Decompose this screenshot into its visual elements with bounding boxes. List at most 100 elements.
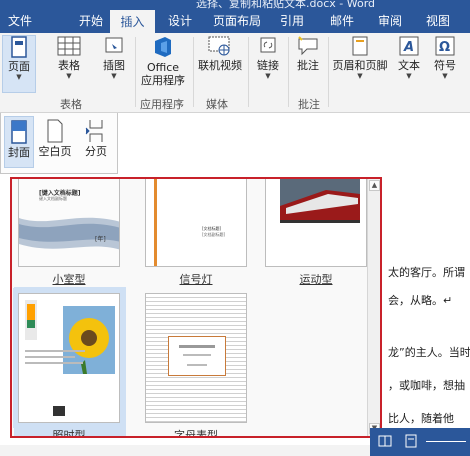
- group-label-comments: 批注: [298, 98, 320, 111]
- gallery-item[interactable]: [文档标题] [文档副标题] 信号灯: [145, 179, 247, 289]
- gallery-item-label: 小室型: [52, 273, 86, 286]
- document-text-line: 比人，随着他: [388, 412, 454, 425]
- group-label-table: 表格: [60, 98, 82, 111]
- gallery-item-label: 字母表型: [174, 429, 218, 438]
- online-video-label: 联机视频: [198, 59, 242, 72]
- tab-home[interactable]: 开始: [74, 9, 108, 33]
- gallery-item[interactable]: [键入文档标题] 键入文档副标题 [年] 小室型: [18, 179, 120, 289]
- thumb-subtitle: 键入文档副标题: [39, 196, 67, 201]
- page-break-button[interactable]: 分页: [79, 119, 113, 158]
- ribbon-separator: [288, 37, 289, 107]
- table-icon: [57, 36, 81, 56]
- header-footer-icon: [352, 36, 368, 56]
- sunflower-photo: [19, 294, 119, 422]
- gallery-thumbnail: [文档标题] [文档副标题]: [145, 179, 247, 267]
- gallery-item[interactable]: 运动型: [265, 179, 367, 289]
- word-window: 选择、复制和粘贴文本.docx - Word 文件 开始 插入 设计 页面布局 …: [0, 0, 470, 456]
- text-label: 文本: [398, 59, 420, 72]
- scroll-up-icon[interactable]: ▲: [369, 180, 380, 191]
- symbols-button[interactable]: Ω 符号 ▼: [430, 35, 460, 80]
- chevron-down-icon: ▼: [442, 72, 448, 80]
- office-apps-button[interactable]: Office 应用程序: [138, 35, 188, 87]
- comment-button[interactable]: 批注: [292, 35, 324, 72]
- document-text-line: 会，从略。↵: [388, 294, 453, 307]
- tab-insert[interactable]: 插入: [110, 10, 155, 33]
- group-label-apps: 应用程序: [140, 98, 184, 111]
- gallery-item[interactable]: 字母表型: [145, 291, 247, 436]
- symbols-label: 符号: [434, 59, 456, 72]
- gallery-thumbnail: [13, 288, 125, 428]
- online-video-button[interactable]: 联机视频: [195, 35, 245, 72]
- header-footer-button[interactable]: 页眉和页脚 ▼: [330, 35, 390, 80]
- tab-view[interactable]: 视图: [418, 9, 458, 33]
- gallery-thumbnail: [键入文档标题] 键入文档副标题 [年]: [18, 179, 120, 267]
- table-button[interactable]: 表格 ▼: [52, 35, 86, 80]
- status-bar-left: [0, 445, 370, 456]
- wave-graphic: [19, 217, 119, 250]
- picture-icon: [105, 37, 123, 53]
- ribbon-tabs: 文件 开始 插入 设计 页面布局 引用 邮件 审阅 视图: [0, 9, 470, 33]
- tab-mailings[interactable]: 邮件: [322, 9, 362, 33]
- chevron-down-icon: ▼: [357, 72, 363, 80]
- cover-page-icon: [11, 120, 27, 144]
- document-text-line: 龙”的主人。当时: [388, 346, 470, 359]
- gallery-scrollbar[interactable]: ▲ ▼: [367, 179, 380, 436]
- gallery-item-label: 运动型: [299, 273, 333, 286]
- pages-dropdown: 封面 空白页 分页: [0, 113, 118, 174]
- office-apps-label-1: Office: [146, 61, 180, 74]
- page-break-icon: [85, 120, 103, 142]
- chevron-down-icon: ▼: [66, 72, 72, 80]
- print-layout-icon[interactable]: [404, 434, 418, 448]
- gallery-item-label: 信号灯: [179, 273, 213, 286]
- title-box: [168, 336, 226, 376]
- header-footer-label: 页眉和页脚: [332, 59, 388, 72]
- group-label-media: 媒体: [206, 98, 228, 111]
- document-area[interactable]: 太的客厅。所谓 会，从略。↵ 龙”的主人。当时 ，或咖啡，想抽 比人，随着他: [370, 174, 470, 456]
- cover-label: 封面: [8, 146, 30, 159]
- ribbon-separator: [135, 37, 136, 107]
- pages-button[interactable]: 页面 ▼: [2, 35, 36, 93]
- page-icon: [11, 36, 27, 58]
- video-globe-icon: [208, 36, 230, 56]
- zoom-slider[interactable]: [426, 441, 466, 442]
- read-mode-icon[interactable]: [378, 434, 392, 448]
- gallery-item[interactable]: 照时型: [13, 287, 126, 436]
- gallery-item-label: 照时型: [52, 429, 86, 438]
- cover-page-gallery: [键入文档标题] 键入文档副标题 [年] 小室型 [文档标题] [文档副标题] …: [10, 177, 382, 438]
- chevron-down-icon: ▼: [111, 72, 117, 80]
- tab-layout[interactable]: 页面布局: [208, 9, 266, 33]
- ribbon: 页面 ▼ 表格 ▼ 插图 ▼ Office 应用程序 联机视频 链接 ▼ 批注 …: [0, 33, 470, 113]
- title-bar: 选择、复制和粘贴文本.docx - Word: [0, 0, 470, 9]
- thumb-subtitle: [文档副标题]: [202, 232, 226, 237]
- ribbon-separator: [193, 37, 194, 107]
- svg-text:A: A: [403, 40, 414, 55]
- train-photo: [266, 179, 366, 266]
- blank-page-button[interactable]: 空白页: [37, 119, 73, 158]
- text-button[interactable]: A 文本 ▼: [394, 35, 424, 80]
- text-box-icon: A: [399, 36, 419, 56]
- table-label: 表格: [58, 59, 80, 72]
- office-store-icon: [155, 37, 171, 57]
- thumb-year: [年]: [95, 236, 106, 243]
- pictures-button[interactable]: 插图 ▼: [97, 35, 131, 80]
- links-button[interactable]: 链接 ▼: [252, 35, 284, 80]
- blank-page-icon: [47, 119, 63, 143]
- office-apps-label-2: 应用程序: [141, 74, 185, 87]
- gallery-thumbnail: [145, 293, 247, 423]
- pages-label: 页面: [8, 60, 30, 73]
- window-title: 选择、复制和粘贴文本.docx - Word: [196, 0, 376, 9]
- comment-label: 批注: [297, 59, 319, 72]
- svg-text:Ω: Ω: [439, 40, 450, 55]
- chevron-down-icon: ▼: [265, 72, 271, 80]
- links-label: 链接: [257, 59, 279, 72]
- cover-page-button[interactable]: 封面: [4, 116, 34, 168]
- document-text-line: 太的客厅。所谓: [388, 266, 465, 279]
- document-text-line: ，或咖啡，想抽: [388, 379, 465, 392]
- tab-references[interactable]: 引用: [272, 9, 312, 33]
- tab-design[interactable]: 设计: [160, 9, 200, 33]
- comment-icon: [298, 36, 318, 56]
- tab-review[interactable]: 审阅: [370, 9, 410, 33]
- blank-label: 空白页: [38, 145, 72, 158]
- tab-file[interactable]: 文件: [0, 9, 40, 33]
- ribbon-separator: [328, 37, 329, 107]
